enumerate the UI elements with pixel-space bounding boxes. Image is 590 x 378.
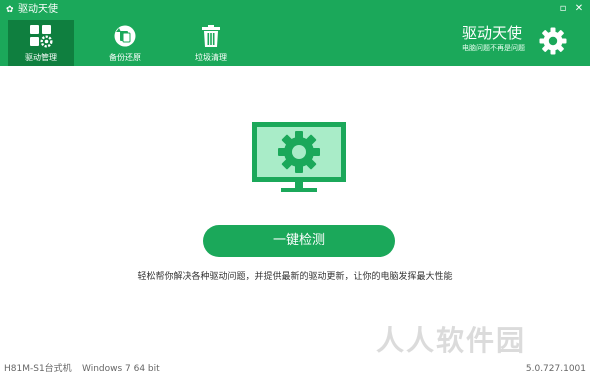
- trash-icon: [202, 25, 220, 47]
- tab-driver-manage[interactable]: 驱动管理: [8, 20, 74, 66]
- status-bar: H81M-S1台式机 Windows 7 64 bit 5.0.727.1001: [0, 360, 590, 378]
- backup-restore-icon: [114, 25, 136, 47]
- minimize-button[interactable]: ▫: [556, 2, 570, 16]
- gear-icon: [539, 27, 567, 55]
- tab-label: 备份还原: [109, 53, 141, 62]
- tab-label: 垃圾清理: [195, 53, 227, 62]
- app-header: ✿ 驱动天使 ▫ ✕ 驱动管理 备份还原 垃圾清理 驱动天使 电脑问题不再是问题: [0, 0, 590, 66]
- brand-slogan: 电脑问题不再是问题: [462, 44, 525, 52]
- monitor-gear-illustration: [252, 122, 346, 192]
- brand-title: 驱动天使: [462, 24, 523, 42]
- driver-manage-icon: [30, 25, 53, 48]
- title-bar: ✿ 驱动天使 ▫ ✕: [0, 0, 590, 20]
- one-click-scan-button[interactable]: 一键检测: [203, 225, 395, 257]
- app-version: 5.0.727.1001: [525, 364, 586, 374]
- tab-label: 驱动管理: [25, 53, 57, 62]
- window-title: 驱动天使: [18, 4, 58, 15]
- tab-trash-clean[interactable]: 垃圾清理: [178, 20, 244, 66]
- computer-model: H81M-S1台式机: [4, 364, 72, 374]
- brand-block: 驱动天使 电脑问题不再是问题: [462, 24, 544, 53]
- description-text: 轻松帮你解决各种驱动问题，并提供最新的驱动更新，让你的电脑发挥最大性能: [137, 272, 453, 282]
- window-controls: ▫ ✕: [554, 2, 586, 16]
- close-button[interactable]: ✕: [572, 2, 586, 16]
- tab-backup-restore[interactable]: 备份还原: [92, 20, 158, 66]
- os-info: Windows 7 64 bit: [82, 364, 160, 374]
- watermark-text: 人人软件园: [376, 324, 527, 357]
- app-logo-icon: ✿: [6, 5, 14, 15]
